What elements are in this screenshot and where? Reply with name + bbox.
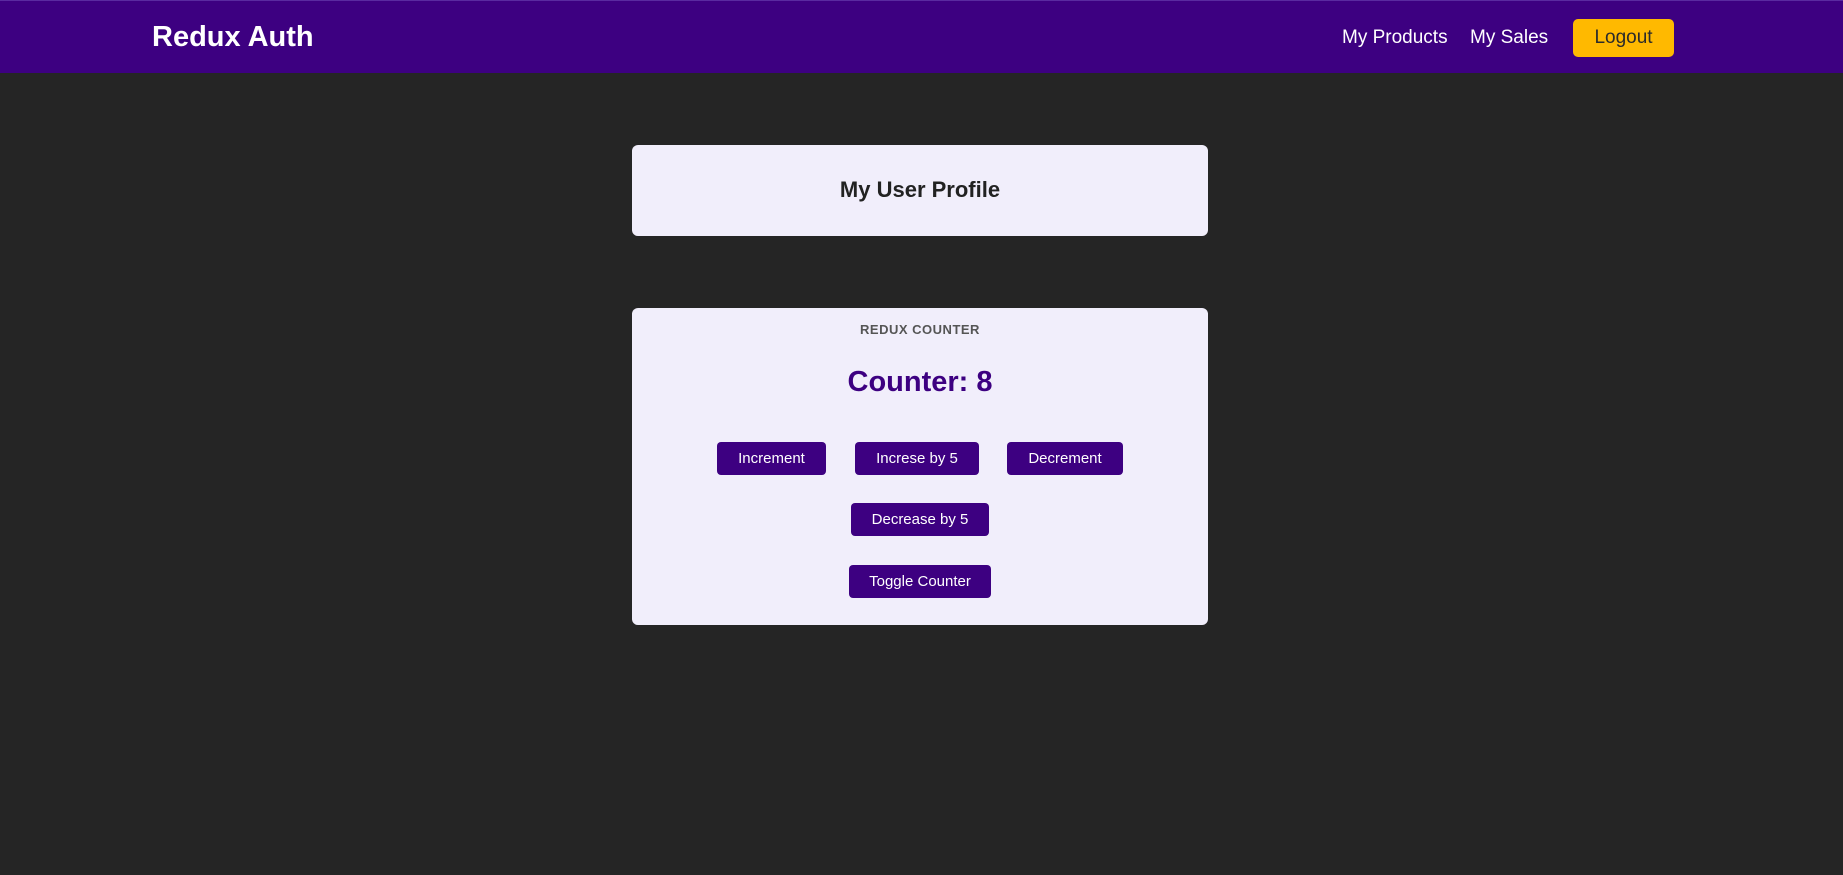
user-profile-card: My User Profile [632,145,1208,236]
brand-logo[interactable]: Redux Auth [152,20,314,54]
decrement-button[interactable]: Decrement [1007,442,1123,475]
decrease-by-5-button[interactable]: Decrease by 5 [851,503,989,536]
nav-link-my-sales[interactable]: My Sales [1470,26,1548,49]
increment-button[interactable]: Increment [717,442,826,475]
toggle-counter-button[interactable]: Toggle Counter [849,565,991,598]
counter-section-label: REDUX COUNTER [860,322,980,337]
counter-value: Counter: 8 [847,366,993,398]
main-header: Redux Auth My Products My Sales Logout [0,0,1843,73]
increase-by-5-button[interactable]: Increse by 5 [855,442,979,475]
logout-button[interactable]: Logout [1573,19,1674,57]
nav-link-my-products[interactable]: My Products [1342,26,1448,49]
profile-title: My User Profile [839,177,1001,202]
redux-counter-card: REDUX COUNTER Counter: 8 Increment Incre… [632,308,1208,625]
